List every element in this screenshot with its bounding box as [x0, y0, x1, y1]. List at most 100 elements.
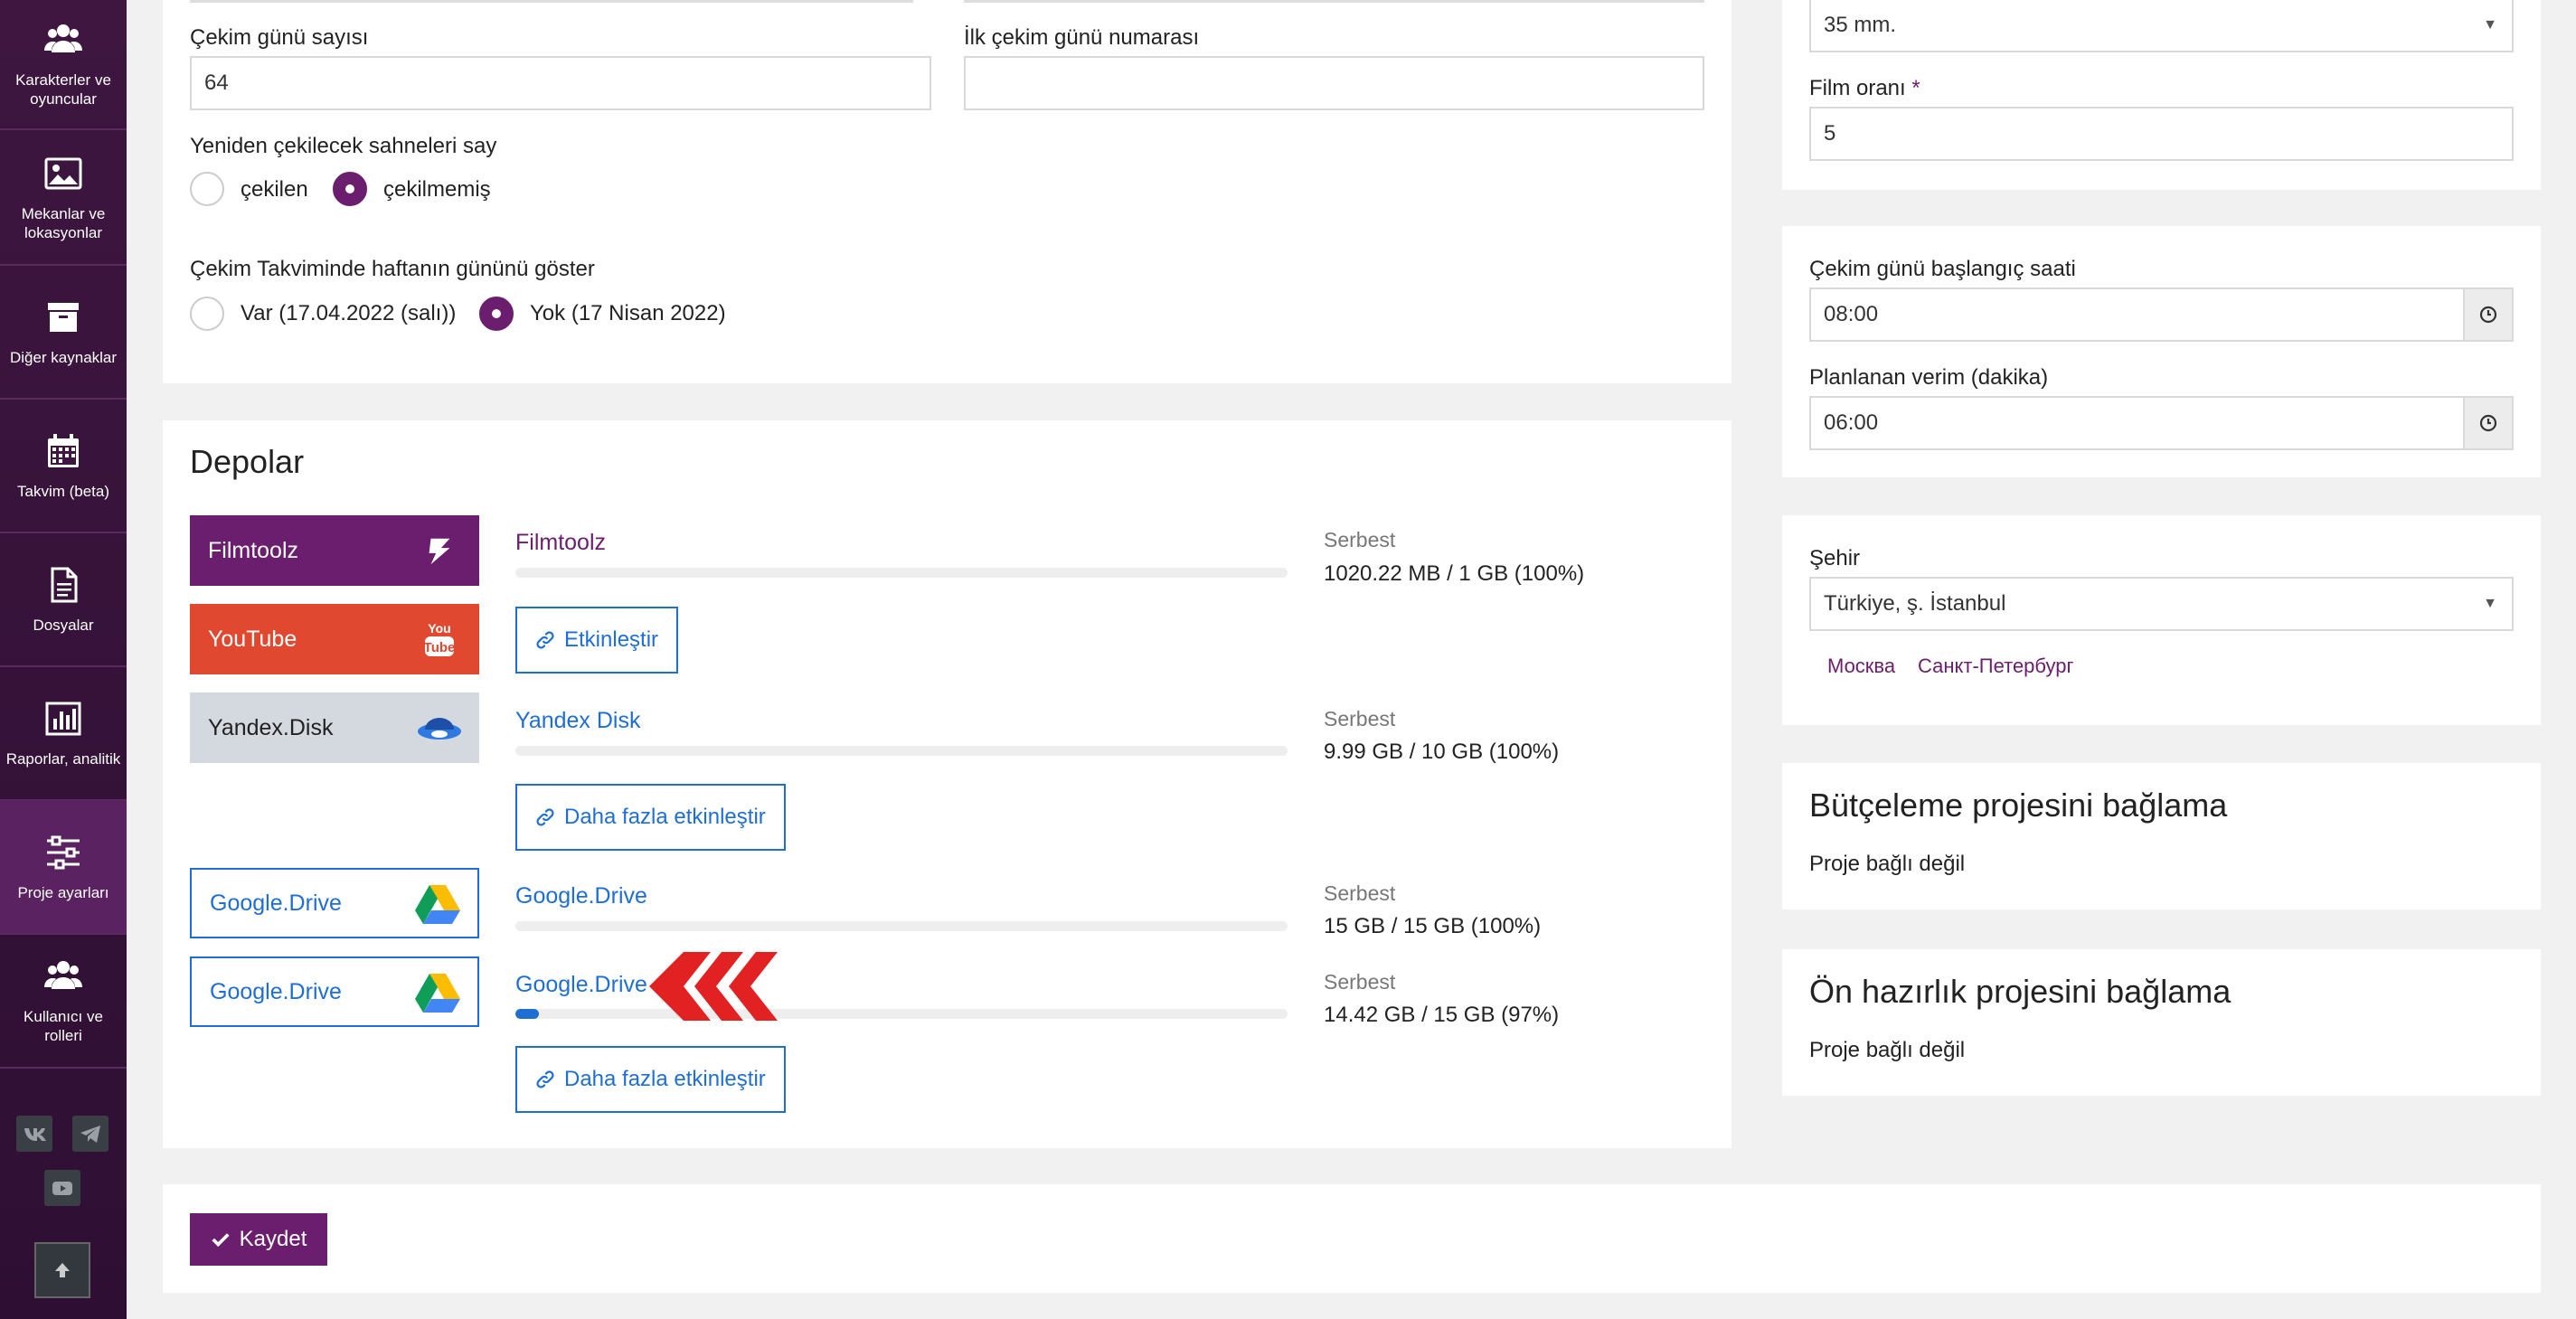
sidebar-item-label: Dosyalar	[33, 616, 94, 634]
sidebar-item-label: Diğer kaynaklar	[9, 348, 118, 366]
storage-usage-fill	[515, 1009, 539, 1019]
button-label: Daha fazla etkinleştir	[564, 805, 766, 829]
format-select[interactable]: 35 mm. ▼	[1809, 0, 2514, 52]
first-day-input[interactable]	[964, 56, 1704, 110]
service-tile-yandex-disk[interactable]: Yandex.Disk	[190, 692, 479, 763]
reshoot-option-unshot: çekilmemiş	[383, 177, 491, 202]
youtube-link[interactable]	[44, 1170, 80, 1206]
budget-panel: Bütçeleme projesini bağlama Proje bağlı …	[1782, 763, 2541, 909]
time-panel: Çekim günü başlangıç saati 08:00 Planlan…	[1782, 226, 2541, 477]
input-bottom-edge	[190, 0, 913, 3]
sidebar-item-label: Karakterler ve oyuncular	[15, 71, 111, 108]
input-value: 06:00	[1824, 410, 1879, 435]
chart-icon	[45, 702, 81, 735]
sidebar-item-users-roles[interactable]: Kullanıcı ve rolleri	[0, 935, 127, 1069]
select-value: 35 mm.	[1824, 13, 1897, 37]
sidebar-item-locations[interactable]: Mekanlar ve lokasyonlar	[0, 132, 127, 266]
file-icon	[51, 567, 78, 602]
service-tile-label: YouTube	[208, 626, 297, 652]
city-select[interactable]: Türkiye, ş. İstanbul ▼	[1809, 577, 2514, 631]
start-time-label: Çekim günü başlangıç saati	[1809, 257, 2076, 281]
arrow-up-icon	[55, 1263, 70, 1277]
service-tile-label: Yandex.Disk	[208, 714, 334, 740]
chevron-down-icon: ▼	[2483, 596, 2497, 611]
link-icon	[536, 631, 554, 649]
prep-title: Ön hazırlık projesini bağlama	[1809, 973, 2232, 1010]
yandex-disk-icon	[416, 704, 463, 751]
service-tile-label: Google.Drive	[210, 890, 342, 916]
sidebar-item-label: Takvim (beta)	[16, 482, 110, 500]
sidebar-item-project-settings[interactable]: Proje ayarları	[0, 801, 127, 935]
storage-usage-bar	[515, 568, 1288, 578]
sidebar-item-label: Raporlar, analitik	[5, 749, 121, 768]
google-drive-icon	[414, 880, 461, 927]
reshoot-label: Yeniden çekilecek sahneleri say	[190, 134, 497, 158]
image-icon	[44, 157, 82, 190]
select-value: Türkiye, ş. İstanbul	[1824, 591, 2006, 616]
service-name-google-drive: Google.Drive	[515, 972, 647, 997]
sidebar-item-files[interactable]: Dosyalar	[0, 533, 127, 667]
sidebar-item-label: Kullanıcı ve rolleri	[24, 1008, 103, 1044]
telegram-link[interactable]	[72, 1116, 109, 1152]
input-bottom-edge	[964, 0, 1704, 3]
annotation-chevrons-icon	[649, 952, 778, 1021]
weekday-radio-no[interactable]	[479, 297, 514, 331]
prep-status: Proje bağlı değil	[1809, 1038, 1966, 1062]
service-tile-google-drive[interactable]: Google.Drive	[190, 956, 479, 1027]
format-panel: 35 mm. ▼ Film oranı * 5	[1782, 0, 2541, 190]
prep-panel: Ön hazırlık projesini bağlama Proje bağl…	[1782, 949, 2541, 1096]
planned-label: Planlanan verim (dakika)	[1809, 365, 2049, 390]
budget-title: Bütçeleme projesini bağlama	[1809, 787, 2228, 824]
sidebar-item-calendar[interactable]: Takvim (beta)	[0, 400, 127, 533]
weekday-radio-yes[interactable]	[190, 297, 224, 331]
service-name-google-drive: Google.Drive	[515, 883, 647, 909]
input-value: 08:00	[1824, 302, 1879, 326]
reshoot-radio-shot[interactable]	[190, 172, 224, 206]
shooting-days-input[interactable]: 64	[190, 56, 931, 110]
activate-button[interactable]: Etkinleştir	[515, 607, 679, 674]
vk-link[interactable]	[16, 1116, 52, 1152]
start-time-input[interactable]: 08:00	[1809, 287, 2514, 342]
film-ratio-label: Film oranı *	[1809, 76, 1920, 101]
sliders-icon	[47, 835, 80, 869]
reshoot-radio-unshot[interactable]	[333, 172, 367, 206]
service-tile-filmtoolz[interactable]: Filmtoolz	[190, 515, 479, 586]
youtube-icon	[52, 1182, 72, 1195]
service-tile-google-drive[interactable]: Google.Drive	[190, 868, 479, 938]
service-name-filmtoolz: Filmtoolz	[515, 530, 607, 555]
planned-input[interactable]: 06:00	[1809, 396, 2514, 450]
archive-icon	[48, 302, 79, 332]
sidebar-item-reports[interactable]: Raporlar, analitik	[0, 667, 127, 801]
free-value: 1020.22 MB / 1 GB (100%)	[1324, 561, 1585, 586]
free-value: 9.99 GB / 10 GB (100%)	[1324, 740, 1560, 764]
service-name-yandex: Yandex Disk	[515, 708, 641, 733]
film-ratio-input[interactable]: 5	[1809, 107, 2514, 161]
budget-status: Proje bağlı değil	[1809, 852, 1966, 876]
activate-more-button[interactable]: Daha fazla etkinleştir	[515, 1046, 786, 1113]
sidebar-item-resources[interactable]: Diğer kaynaklar	[0, 266, 127, 400]
activate-more-button[interactable]: Daha fazla etkinleştir	[515, 784, 786, 851]
clock-icon[interactable]	[2463, 398, 2512, 448]
sidebar-item-label: Mekanlar ve lokasyonlar	[21, 205, 106, 241]
storage-title: Depolar	[190, 443, 305, 480]
input-value: 64	[204, 71, 229, 95]
free-label: Serbest	[1324, 881, 1396, 905]
storage-usage-bar	[515, 921, 1288, 931]
sidebar: Karakterler ve oyuncular Mekanlar ve lok…	[0, 0, 127, 1319]
youtube-logo-icon: You Tube	[416, 616, 463, 663]
vk-icon	[24, 1128, 46, 1141]
shooting-days-label: Çekim günü sayısı	[190, 25, 369, 50]
service-tile-youtube[interactable]: YouTube You Tube	[190, 604, 479, 674]
city-link-spb[interactable]: Санкт-Петербург	[1918, 655, 2074, 678]
chevron-down-icon: ▼	[2483, 17, 2497, 33]
users-icon	[44, 24, 82, 52]
scroll-to-top-button[interactable]	[34, 1242, 90, 1298]
clock-icon[interactable]	[2463, 289, 2512, 340]
service-tile-label: Google.Drive	[210, 978, 342, 1004]
link-icon	[536, 1070, 554, 1088]
sidebar-item-label: Proje ayarları	[17, 883, 109, 901]
save-button[interactable]: Kaydet	[190, 1213, 327, 1266]
city-link-moscow[interactable]: Москва	[1827, 655, 1895, 678]
calendar-icon	[48, 433, 79, 467]
sidebar-item-characters[interactable]: Karakterler ve oyuncular	[0, 0, 127, 130]
